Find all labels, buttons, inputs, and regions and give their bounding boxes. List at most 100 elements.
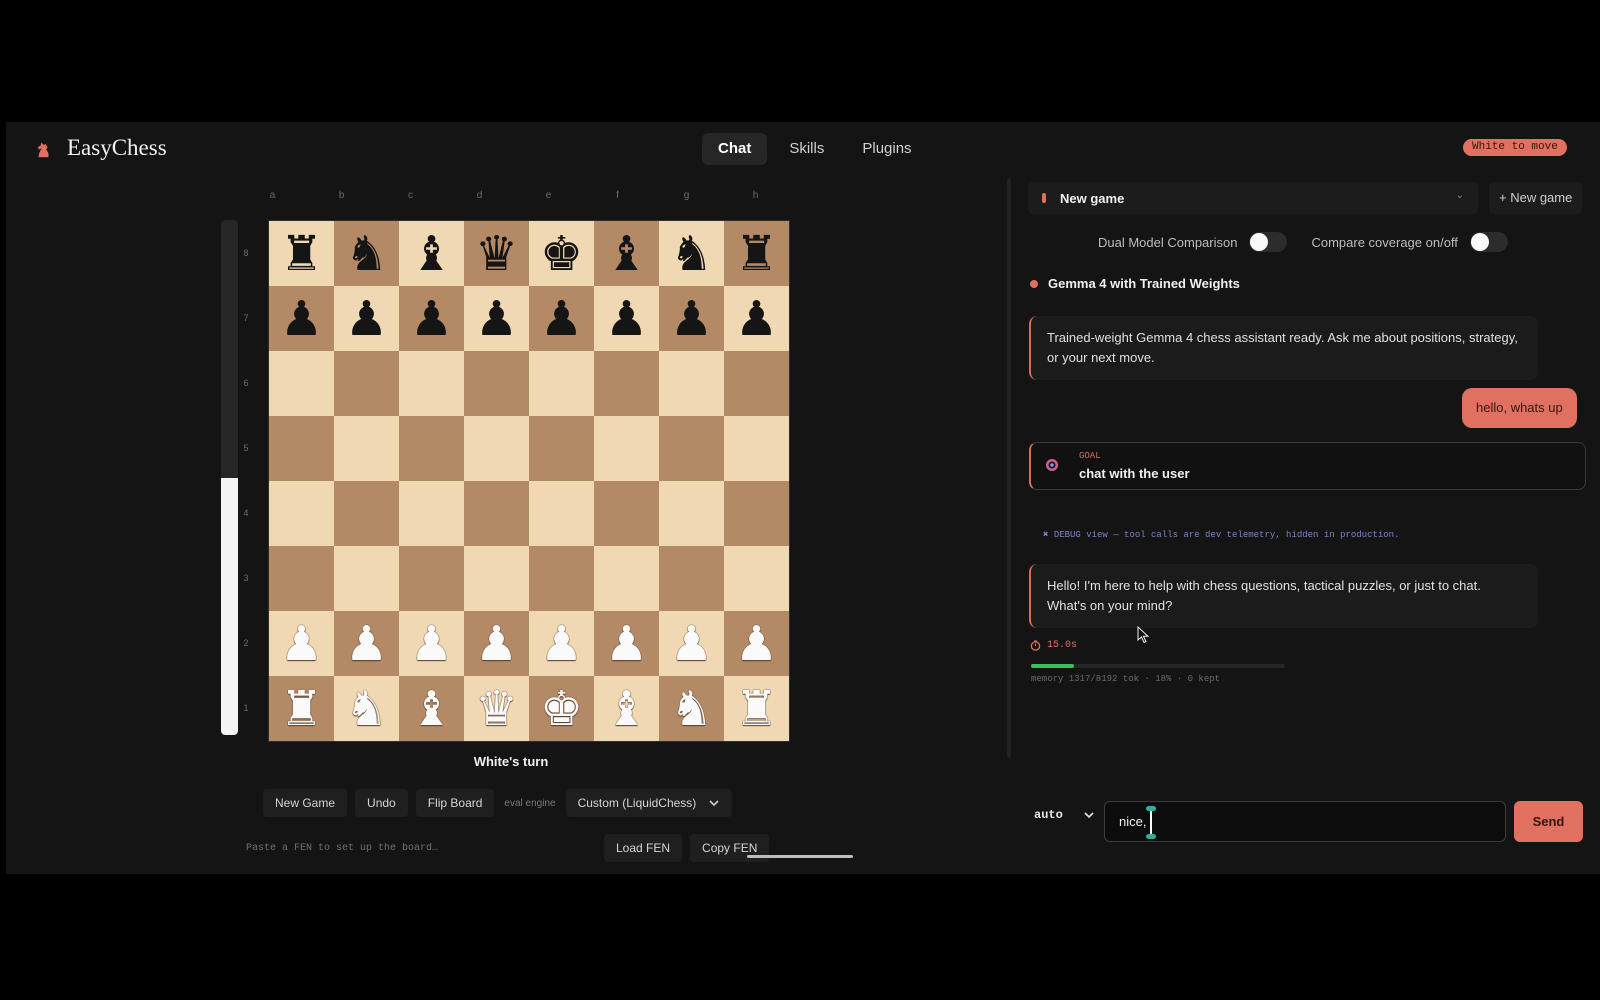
tab-chat[interactable]: Chat	[702, 133, 768, 165]
square-b5[interactable]	[334, 416, 399, 481]
black-pawn-piece[interactable]: ♟	[345, 295, 388, 343]
square-h8[interactable]: ♜	[724, 221, 789, 286]
square-e5[interactable]	[529, 416, 594, 481]
square-c5[interactable]	[399, 416, 464, 481]
horizontal-scrollbar[interactable]	[747, 855, 853, 858]
load-fen-button[interactable]: Load FEN	[604, 834, 683, 862]
black-queen-piece[interactable]: ♛	[475, 230, 518, 278]
square-a3[interactable]	[269, 546, 334, 611]
mode-select[interactable]: auto	[1034, 808, 1095, 822]
square-e2[interactable]: ♟	[529, 611, 594, 676]
tab-skills[interactable]: Skills	[773, 133, 840, 165]
black-rook-piece[interactable]: ♜	[280, 230, 323, 278]
square-g7[interactable]: ♟	[659, 286, 724, 351]
square-e4[interactable]	[529, 481, 594, 546]
tab-plugins[interactable]: Plugins	[846, 133, 927, 165]
square-f2[interactable]: ♟	[594, 611, 659, 676]
square-c2[interactable]: ♟	[399, 611, 464, 676]
square-h3[interactable]	[724, 546, 789, 611]
square-a6[interactable]	[269, 351, 334, 416]
square-a4[interactable]	[269, 481, 334, 546]
square-d4[interactable]	[464, 481, 529, 546]
white-pawn-piece[interactable]: ♟	[540, 620, 583, 668]
dual-model-toggle[interactable]	[1249, 232, 1288, 252]
chat-input[interactable]	[1104, 801, 1506, 842]
white-bishop-piece[interactable]: ♝	[605, 685, 648, 733]
square-h2[interactable]: ♟	[724, 611, 789, 676]
square-h7[interactable]: ♟	[724, 286, 789, 351]
square-c6[interactable]	[399, 351, 464, 416]
white-king-piece[interactable]: ♚	[540, 685, 583, 733]
square-g5[interactable]	[659, 416, 724, 481]
square-f3[interactable]	[594, 546, 659, 611]
square-b6[interactable]	[334, 351, 399, 416]
square-d6[interactable]	[464, 351, 529, 416]
black-pawn-piece[interactable]: ♟	[475, 295, 518, 343]
black-bishop-piece[interactable]: ♝	[410, 230, 453, 278]
square-g2[interactable]: ♟	[659, 611, 724, 676]
square-d7[interactable]: ♟	[464, 286, 529, 351]
square-c7[interactable]: ♟	[399, 286, 464, 351]
square-f4[interactable]	[594, 481, 659, 546]
fen-input[interactable]	[246, 836, 586, 860]
square-e8[interactable]: ♚	[529, 221, 594, 286]
white-knight-piece[interactable]: ♞	[345, 685, 388, 733]
black-pawn-piece[interactable]: ♟	[670, 295, 713, 343]
square-d3[interactable]	[464, 546, 529, 611]
black-knight-piece[interactable]: ♞	[670, 230, 713, 278]
new-game-button[interactable]: New Game	[263, 789, 348, 817]
white-pawn-piece[interactable]: ♟	[280, 620, 323, 668]
square-h1[interactable]: ♜	[724, 676, 789, 741]
engine-select[interactable]: Custom (LiquidChess)	[565, 789, 733, 817]
square-a5[interactable]	[269, 416, 334, 481]
square-b3[interactable]	[334, 546, 399, 611]
white-rook-piece[interactable]: ♜	[735, 685, 778, 733]
square-g3[interactable]	[659, 546, 724, 611]
black-pawn-piece[interactable]: ♟	[280, 295, 323, 343]
white-pawn-piece[interactable]: ♟	[475, 620, 518, 668]
black-pawn-piece[interactable]: ♟	[410, 295, 453, 343]
square-b8[interactable]: ♞	[334, 221, 399, 286]
black-king-piece[interactable]: ♚	[540, 230, 583, 278]
flip-board-button[interactable]: Flip Board	[415, 789, 495, 817]
square-h4[interactable]	[724, 481, 789, 546]
square-d2[interactable]: ♟	[464, 611, 529, 676]
white-knight-piece[interactable]: ♞	[670, 685, 713, 733]
square-d5[interactable]	[464, 416, 529, 481]
square-h5[interactable]	[724, 416, 789, 481]
square-f8[interactable]: ♝	[594, 221, 659, 286]
white-queen-piece[interactable]: ♛	[475, 685, 518, 733]
white-pawn-piece[interactable]: ♟	[670, 620, 713, 668]
square-a1[interactable]: ♜	[269, 676, 334, 741]
black-knight-piece[interactable]: ♞	[345, 230, 388, 278]
square-d8[interactable]: ♛	[464, 221, 529, 286]
white-pawn-piece[interactable]: ♟	[735, 620, 778, 668]
square-e7[interactable]: ♟	[529, 286, 594, 351]
square-c4[interactable]	[399, 481, 464, 546]
square-f1[interactable]: ♝	[594, 676, 659, 741]
square-g8[interactable]: ♞	[659, 221, 724, 286]
square-e3[interactable]	[529, 546, 594, 611]
square-f6[interactable]	[594, 351, 659, 416]
square-h6[interactable]	[724, 351, 789, 416]
square-g6[interactable]	[659, 351, 724, 416]
black-rook-piece[interactable]: ♜	[735, 230, 778, 278]
square-g4[interactable]	[659, 481, 724, 546]
square-a2[interactable]: ♟	[269, 611, 334, 676]
white-pawn-piece[interactable]: ♟	[605, 620, 648, 668]
square-c1[interactable]: ♝	[399, 676, 464, 741]
square-c3[interactable]	[399, 546, 464, 611]
chess-board[interactable]: ♜ ♞ ♝ ♛ ♚ ♝ ♞ ♜ ♟ ♟ ♟ ♟ ♟ ♟ ♟ ♟ ♟ ♟ ♟ ♟ ♟ ♟ ♟ ♟ ♜ ♞ ♝ ♛ ♚ ♝ ♞ ♜	[268, 220, 790, 742]
white-rook-piece[interactable]: ♜	[280, 685, 323, 733]
black-pawn-piece[interactable]: ♟	[605, 295, 648, 343]
square-e6[interactable]	[529, 351, 594, 416]
text-caret-handle[interactable]	[1146, 806, 1156, 811]
square-a7[interactable]: ♟	[269, 286, 334, 351]
coverage-toggle[interactable]	[1469, 232, 1508, 252]
white-pawn-piece[interactable]: ♟	[345, 620, 388, 668]
square-e1[interactable]: ♚	[529, 676, 594, 741]
send-button[interactable]: Send	[1514, 801, 1583, 842]
square-a8[interactable]: ♜	[269, 221, 334, 286]
square-c8[interactable]: ♝	[399, 221, 464, 286]
text-caret-handle[interactable]	[1146, 834, 1156, 839]
